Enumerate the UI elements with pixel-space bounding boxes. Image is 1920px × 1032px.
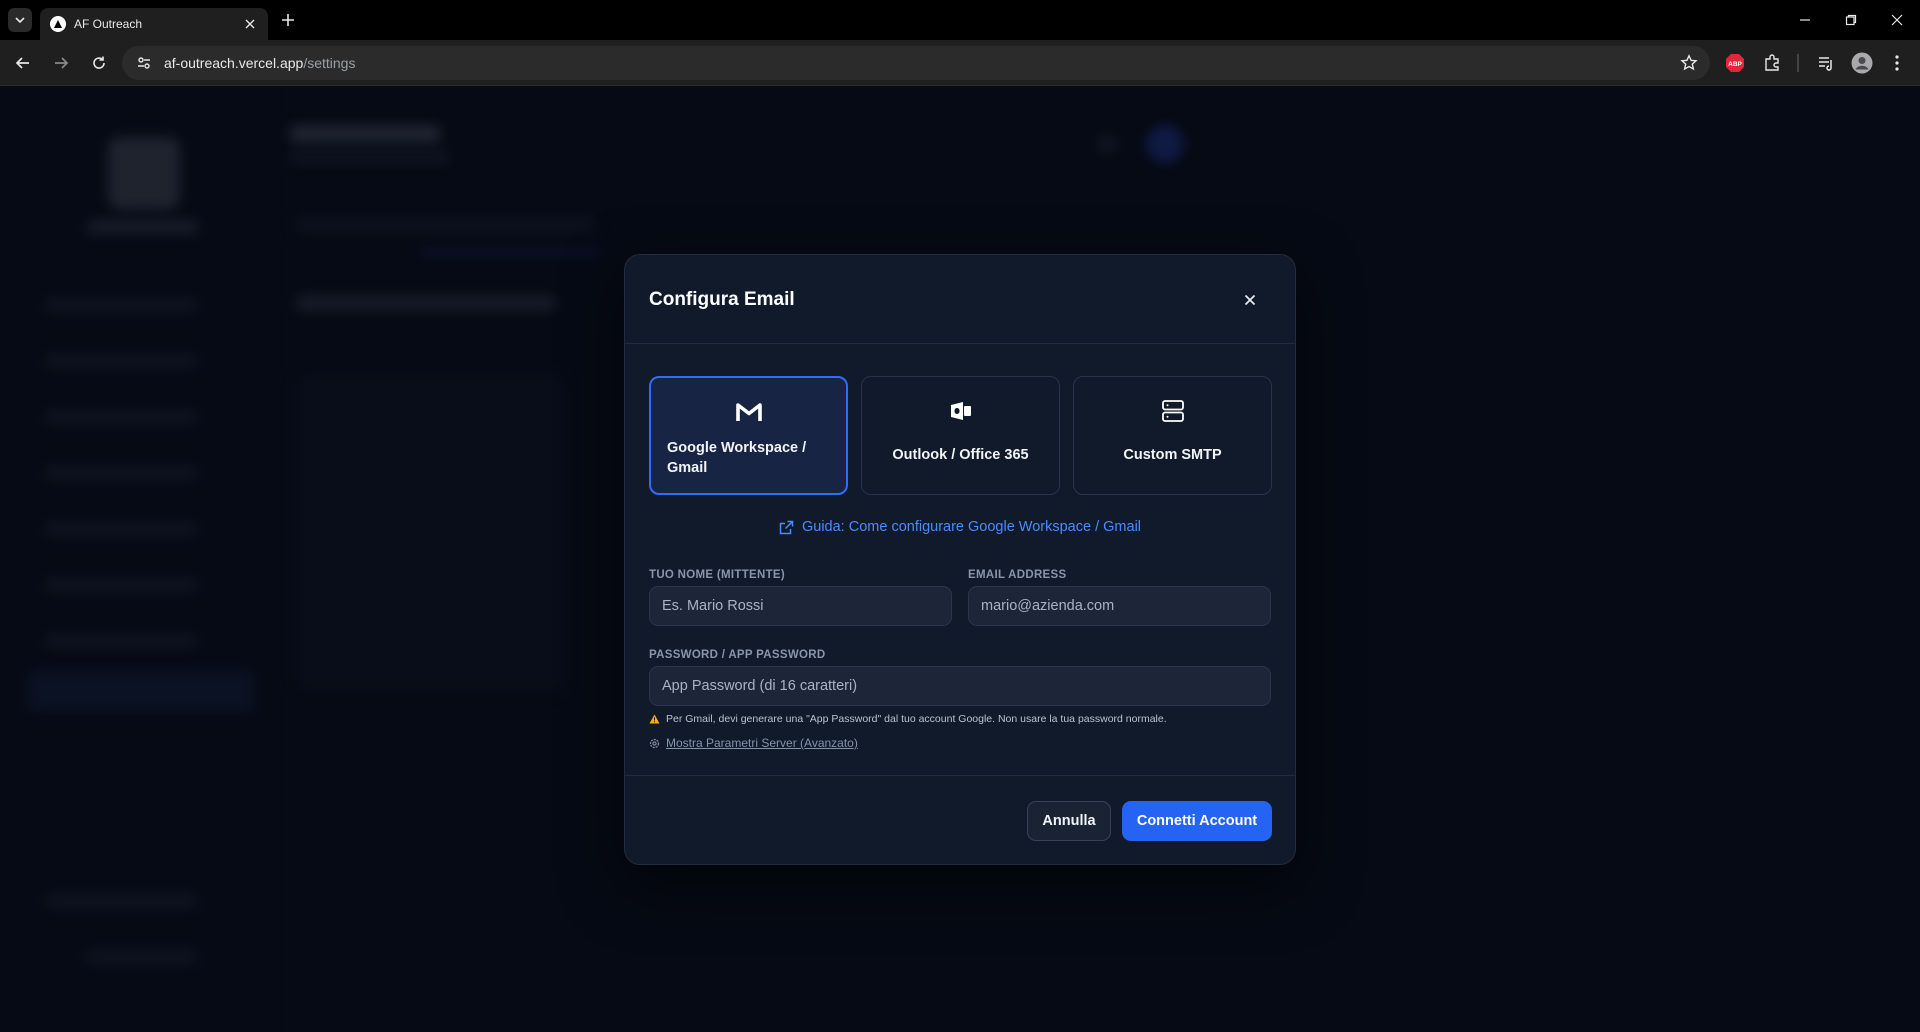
email-address-input[interactable] <box>981 598 1258 614</box>
address-bar[interactable]: af-outreach.vercel.app/settings <box>122 46 1710 80</box>
arrow-right-icon <box>55 56 69 69</box>
password-field[interactable] <box>649 666 1271 706</box>
gmail-icon <box>651 398 846 426</box>
tab-title: AF Outreach <box>74 17 143 31</box>
warning-text: Per Gmail, devi generare una "App Passwo… <box>666 713 1167 725</box>
bookmark-star-icon[interactable] <box>1680 54 1698 77</box>
provider-option-gmail[interactable]: Google Workspace / Gmail <box>649 376 848 495</box>
app-password-warning: Per Gmail, devi generare una "App Passwo… <box>649 713 1167 725</box>
browser-menu-icon[interactable] <box>1886 52 1908 74</box>
tab-close-icon[interactable] <box>242 16 258 32</box>
connect-account-button[interactable]: Connetti Account <box>1122 801 1272 841</box>
forward-button[interactable] <box>44 46 78 80</box>
new-tab-button[interactable] <box>274 6 302 34</box>
back-button[interactable] <box>6 46 40 80</box>
site-settings-icon[interactable] <box>136 55 152 71</box>
configure-email-modal: Configura Email Google Workspace / Gmail… <box>624 254 1296 865</box>
warning-icon <box>649 714 660 724</box>
close-icon[interactable] <box>1237 287 1263 313</box>
plus-icon <box>282 14 294 26</box>
reload-icon <box>93 56 105 69</box>
outlook-icon <box>862 397 1059 425</box>
advanced-settings-text: Mostra Parametri Server (Avanzato) <box>666 736 858 750</box>
arrow-left-icon <box>15 56 29 69</box>
media-controls-icon[interactable] <box>1815 52 1837 74</box>
gmail-guide-link[interactable]: Guida: Come configurare Google Workspace… <box>625 519 1295 535</box>
provider-label: Outlook / Office 365 <box>892 447 1029 463</box>
modal-header: Configura Email <box>625 255 1295 344</box>
close-window-button[interactable] <box>1874 0 1920 40</box>
site-favicon-icon <box>50 16 66 32</box>
toolbar-divider <box>1797 54 1799 72</box>
url-path: /settings <box>303 55 356 71</box>
password-label: PASSWORD / APP PASSWORD <box>649 649 826 661</box>
modal-footer-divider <box>625 775 1295 776</box>
guide-link-text: Guida: Come configurare Google Workspace… <box>801 519 1142 535</box>
browser-tab-active[interactable]: AF Outreach <box>40 8 268 40</box>
svg-text:ABP: ABP <box>1728 61 1742 68</box>
browser-toolbar: af-outreach.vercel.app/settings <box>0 40 1920 86</box>
provider-option-smtp[interactable]: Custom SMTP <box>1073 376 1272 495</box>
email-address-label: EMAIL ADDRESS <box>968 569 1067 581</box>
adblock-extension-icon[interactable]: ABP <box>1724 52 1746 74</box>
gear-icon <box>649 738 660 748</box>
password-input[interactable] <box>662 678 1258 694</box>
sender-name-label: TUO NOME (MITTENTE) <box>649 569 786 581</box>
reload-button[interactable] <box>82 46 116 80</box>
profile-avatar[interactable] <box>1851 52 1873 74</box>
server-icon <box>1074 397 1271 425</box>
tab-search-button[interactable] <box>8 8 32 32</box>
provider-label: Custom SMTP <box>1123 447 1222 463</box>
extensions-puzzle-icon[interactable] <box>1761 52 1783 74</box>
external-link-icon <box>779 520 794 534</box>
browser-tabbar: AF Outreach <box>0 0 1920 40</box>
advanced-settings-link[interactable]: Mostra Parametri Server (Avanzato) <box>649 736 858 750</box>
email-address-field[interactable] <box>968 586 1271 626</box>
url-host: af-outreach.vercel.app <box>164 55 304 71</box>
cancel-button[interactable]: Annulla <box>1027 801 1111 841</box>
sender-name-field[interactable] <box>649 586 952 626</box>
modal-title: Configura Email <box>649 289 795 310</box>
restore-button[interactable] <box>1828 0 1874 40</box>
chevron-down-icon <box>15 17 25 24</box>
minimize-button[interactable] <box>1782 0 1828 40</box>
provider-label: Google Workspace / Gmail <box>667 440 807 476</box>
provider-option-outlook[interactable]: Outlook / Office 365 <box>861 376 1060 495</box>
sender-name-input[interactable] <box>662 598 939 614</box>
